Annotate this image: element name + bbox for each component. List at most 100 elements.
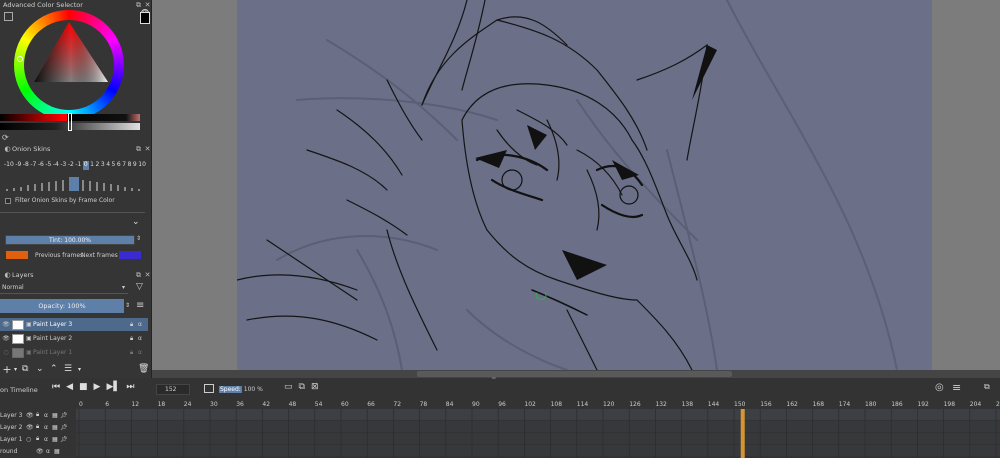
frame-ruler[interactable]: 0 6 12 18 24 30 36 42 48 54 60 66 72 78 84 90 96 102 108 11… <box>76 398 1000 408</box>
close-docker-icon[interactable]: ✕ <box>143 271 152 279</box>
tint-spin-icon[interactable]: ⇕ <box>136 235 141 242</box>
docker-lock-icon[interactable]: ◐ <box>3 145 12 153</box>
frame-icon[interactable]: ▭ <box>284 382 293 392</box>
alpha-icon[interactable]: α <box>44 412 52 419</box>
lock-icon[interactable]: 🔒︎ <box>130 335 138 343</box>
timeline-menu-icon[interactable]: ≡ <box>952 381 961 394</box>
last-frame-icon[interactable]: ⏭ <box>126 382 134 392</box>
onion-options-dropdown[interactable] <box>0 212 145 213</box>
move-up-icon[interactable]: ⌃ <box>50 364 64 374</box>
timeline-row-track[interactable] <box>76 409 1000 420</box>
eye-icon[interactable]: 👁 <box>0 321 12 328</box>
eye-closed-icon[interactable]: ○ <box>26 436 36 443</box>
color-triangle[interactable] <box>24 18 114 92</box>
pin-icon[interactable]: 📌︎ <box>60 436 68 443</box>
scrollbar-thumb[interactable] <box>417 371 732 377</box>
drop-frames-icon[interactable] <box>204 384 214 393</box>
blend-mode-select[interactable]: Normal <box>0 284 128 294</box>
eye-closed-icon[interactable]: ○ <box>0 349 12 356</box>
alpha-icon[interactable]: α <box>138 321 148 328</box>
layer-name[interactable]: Paint Layer 2 <box>33 335 130 342</box>
onion-toggle-icon[interactable]: ▦ <box>52 436 60 443</box>
float-docker-icon[interactable]: ⧉ <box>984 382 990 392</box>
alpha-icon[interactable]: α <box>138 349 148 356</box>
eye-icon[interactable]: 👁 <box>36 448 46 455</box>
lock-icon[interactable]: 🔒︎ <box>36 411 44 419</box>
delete-layer-icon[interactable]: 🗑︎ <box>138 364 152 374</box>
dropdown-arrow-icon[interactable]: ▾ <box>78 366 86 373</box>
layer-name[interactable]: Paint Layer 1 <box>33 349 130 356</box>
duplicate-layer-icon[interactable]: ⧉ <box>22 364 36 374</box>
float-docker-icon[interactable]: ⧉ <box>134 271 143 279</box>
refresh-icon[interactable]: ⟳ <box>2 133 9 142</box>
float-docker-icon[interactable]: ⧉ <box>134 1 143 9</box>
lock-icon[interactable]: 🔒︎ <box>130 349 138 357</box>
chevron-down-icon[interactable]: ⌄ <box>132 217 140 227</box>
timeline-collapse-handle[interactable]: ═ <box>492 375 496 382</box>
next-frames-color[interactable] <box>119 251 141 259</box>
opacity-slider[interactable]: Opacity: 100% <box>0 299 124 313</box>
tint-slider[interactable]: Tint: 100.00% <box>5 235 135 245</box>
onion-toggle-icon[interactable]: ▦ <box>52 412 60 419</box>
eye-icon[interactable]: 👁 <box>0 335 12 342</box>
pin-icon[interactable]: 📌︎ <box>60 412 68 419</box>
alpha-icon[interactable]: α <box>44 424 52 431</box>
speed-spinbox[interactable]: Speed: 100 % <box>219 384 269 395</box>
timeline-layer-row[interactable]: Layer 1 ○ 🔒︎ α ▦ 📌︎ <box>0 433 76 445</box>
layer-row[interactable]: 👁 ▣ Paint Layer 2 🔒︎ α <box>0 332 148 345</box>
timeline-layer-row[interactable]: Layer 2 👁 🔒︎ α ▦ 📌︎ <box>0 421 76 433</box>
alpha-icon[interactable]: α <box>46 448 54 455</box>
filter-checkbox[interactable] <box>5 198 11 204</box>
alpha-icon[interactable]: α <box>44 436 52 443</box>
onion-skin-toggle-icon[interactable]: ◎ <box>935 382 944 393</box>
layer-row[interactable]: ○ ▣ Paint Layer 1 🔒︎ α <box>0 346 148 359</box>
color-settings-icon[interactable] <box>4 12 13 21</box>
timeline-row-track[interactable] <box>76 421 1000 432</box>
eye-icon[interactable]: 👁 <box>26 412 36 419</box>
pin-icon[interactable]: 📌︎ <box>60 424 68 431</box>
drawing-paper[interactable] <box>237 0 932 370</box>
filter-icon[interactable]: ▽ <box>136 282 143 292</box>
layer-frames-icon[interactable]: ⧉ <box>299 382 305 392</box>
alpha-icon[interactable]: α <box>138 335 148 342</box>
docker-lock-icon[interactable]: ◐ <box>3 271 12 279</box>
add-layer-icon[interactable]: + <box>0 363 14 376</box>
move-down-icon[interactable]: ⌄ <box>36 364 50 374</box>
next-keyframe-icon[interactable]: ▶▌ <box>106 382 120 392</box>
float-docker-icon[interactable]: ⧉ <box>134 145 143 153</box>
slider-handle[interactable] <box>68 113 72 131</box>
properties-icon[interactable]: ☰ <box>64 364 78 374</box>
onion-number: 2 <box>95 161 100 168</box>
timeline-layer-row[interactable]: Layer 3 👁 🔒︎ α ▦ 📌︎ <box>0 409 76 421</box>
layer-name[interactable]: Paint Layer 3 <box>33 321 130 328</box>
onion-toggle-icon[interactable]: ▦ <box>52 424 60 431</box>
playhead[interactable] <box>740 409 745 458</box>
timeline-row-track[interactable] <box>76 445 1000 456</box>
stop-icon[interactable]: ■ <box>79 382 88 392</box>
image-icon[interactable]: ⊠ <box>311 382 319 392</box>
lock-icon[interactable]: 🔒︎ <box>36 423 44 431</box>
lock-icon[interactable]: 🔒︎ <box>130 321 138 329</box>
chevron-down-icon[interactable]: ▾ <box>122 284 125 291</box>
previous-keyframe-icon[interactable]: ◀ <box>66 382 73 392</box>
eye-icon[interactable]: 👁 <box>26 424 36 431</box>
play-icon[interactable]: ▶ <box>94 382 101 392</box>
close-docker-icon[interactable]: ✕ <box>143 1 152 9</box>
layers-menu-icon[interactable]: ≡ <box>136 300 144 311</box>
timeline-layer-row[interactable]: round 👁 α ▦ <box>0 445 76 457</box>
layer-row[interactable]: 👁 ▣ Paint Layer 3 🔒︎ α <box>0 318 148 331</box>
opacity-spin-icon[interactable]: ⇕ <box>125 302 130 309</box>
canvas-area[interactable] <box>152 0 1000 378</box>
canvas-horizontal-scrollbar[interactable] <box>152 370 1000 378</box>
onion-toggle-icon[interactable]: ▦ <box>54 448 62 455</box>
timeline-row-track[interactable] <box>76 433 1000 444</box>
first-frame-icon[interactable]: ⏮ <box>52 382 60 392</box>
frame-grid[interactable] <box>76 409 1000 458</box>
close-docker-icon[interactable]: ✕ <box>143 145 152 153</box>
current-color-swatch[interactable] <box>140 12 150 24</box>
previous-frames-color[interactable] <box>6 251 28 259</box>
frame-spinbox[interactable]: 152 <box>156 384 190 395</box>
dropdown-arrow-icon[interactable]: ▾ <box>14 366 22 373</box>
onion-opacity-bars[interactable] <box>4 172 144 192</box>
lock-icon[interactable]: 🔒︎ <box>36 435 44 443</box>
